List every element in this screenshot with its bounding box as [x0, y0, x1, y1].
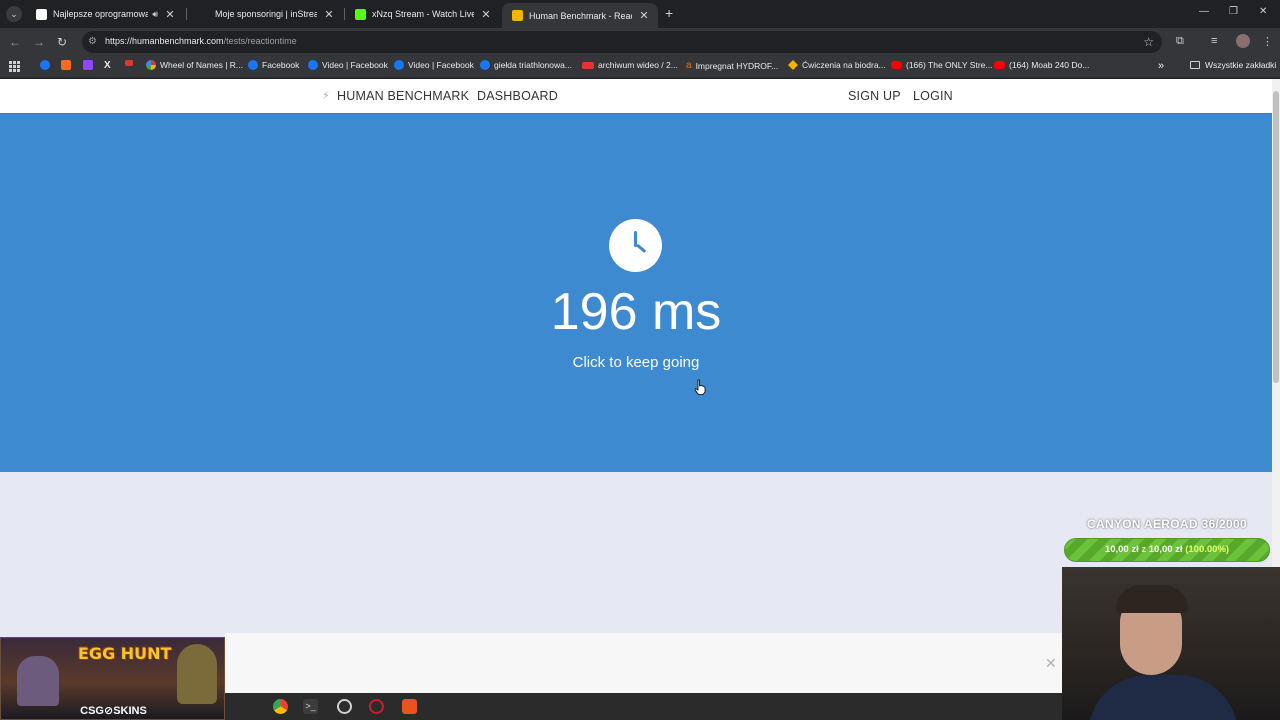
tab-human-benchmark[interactable]: Human Benchmark - Reaction T ✕ — [502, 3, 658, 28]
ad-banner — [225, 633, 1062, 693]
bookmark-x-icon[interactable]: X — [104, 60, 111, 71]
tab-title: Human Benchmark - Reaction T — [529, 10, 632, 21]
bolt-icon: ⚡︎ — [322, 90, 330, 102]
taskbar: >_ — [225, 693, 1062, 720]
character-figure — [17, 656, 59, 706]
restore-icon[interactable]: ❐ — [1229, 6, 1238, 17]
nav-login[interactable]: LOGIN — [913, 89, 953, 103]
orange-app-icon[interactable] — [402, 699, 417, 714]
bookmark-video-facebook-1[interactable]: Video | Facebook — [308, 60, 388, 70]
egg-hunt-title: EGG HUNT — [78, 644, 172, 663]
speaker-icon[interactable]: 🔊︎ — [152, 9, 158, 20]
hand-cursor-icon — [694, 379, 706, 395]
reaction-test-area[interactable]: 196 ms Click to keep going — [0, 113, 1272, 472]
click-to-continue-text: Click to keep going — [572, 354, 700, 371]
tab-title: Najlepsze oprogramowanie — [53, 9, 149, 19]
tab-strip: ⌄ Najlepsze oprogramowanie 🔊︎ ✕ Moje spo… — [0, 0, 1280, 28]
reload-icon[interactable]: ↻ — [57, 35, 67, 49]
bookmark-youtube-164[interactable]: (164) Moab 240 Do... — [994, 60, 1089, 70]
tab-divider — [186, 8, 187, 20]
tab-instreamly[interactable]: Moje sponsoringi | inStreamly ✕ — [188, 3, 343, 25]
scrollbar-thumb[interactable] — [1273, 91, 1279, 383]
tab-title: xNzq Stream - Watch Live on K — [372, 9, 474, 19]
bookmark-wheel-of-names[interactable]: Wheel of Names | R... — [146, 60, 243, 70]
chrome-icon[interactable] — [273, 699, 288, 714]
tab-title: Moje sponsoringi | inStreamly — [215, 9, 317, 19]
tab-favicon-icon — [198, 9, 209, 20]
goal-title: CANYON AEROAD 36/2000 — [1087, 517, 1247, 531]
new-tab-button[interactable]: + — [665, 6, 673, 20]
more-bookmarks-chevron-icon[interactable]: » — [1158, 60, 1164, 72]
all-bookmarks[interactable]: Wszystkie zakładki — [1190, 60, 1276, 70]
nav-dashboard[interactable]: DASHBOARD — [477, 89, 558, 103]
webcam-feed — [1062, 567, 1280, 720]
csgo-skins-brand: CSG⊘SKINS — [80, 705, 147, 717]
kick-icon — [355, 8, 366, 20]
tab-favicon-icon — [36, 8, 47, 20]
nav-human-benchmark[interactable]: HUMAN BENCHMARK — [337, 89, 469, 103]
bookmark-red-icon[interactable] — [125, 60, 137, 66]
tab-close-icon[interactable]: ✕ — [164, 8, 176, 21]
streamer-hair — [1116, 585, 1188, 613]
bookmark-twitch-icon[interactable] — [83, 60, 97, 70]
profile-avatar[interactable] — [1236, 34, 1250, 48]
site-info-icon[interactable]: ⚙ — [88, 36, 100, 48]
reaction-time-result: 196 ms — [550, 283, 722, 341]
streamer-body — [1088, 675, 1238, 720]
goal-progress-text: 10,00 zł z 10,00 zł (100.00%) — [1104, 544, 1230, 555]
red-ring-app-icon[interactable] — [369, 699, 384, 714]
bookmark-youtube-166[interactable]: (166) The ONLY Stre... — [891, 60, 992, 70]
bookmark-video-facebook-2[interactable]: Video | Facebook — [394, 60, 474, 70]
back-icon[interactable]: ← — [9, 35, 21, 49]
forward-icon[interactable]: → — [33, 35, 45, 49]
apps-grid-icon[interactable] — [9, 61, 20, 72]
clock-icon — [609, 219, 662, 272]
tab-close-icon[interactable]: ✕ — [323, 8, 335, 21]
browser-toolbar: ← → ↻ ⚙ https://humanbenchmark.com/tests… — [0, 28, 1280, 56]
url-text[interactable]: https://humanbenchmark.com/tests/reactio… — [105, 36, 297, 46]
bookmark-facebook-icon[interactable] — [40, 60, 54, 70]
bookmark-impregnat[interactable]: a Impregnat HYDROF... — [686, 60, 778, 71]
tab-najlepsze[interactable]: Najlepsze oprogramowanie 🔊︎ ✕ — [26, 3, 184, 25]
tab-kick-stream[interactable]: xNzq Stream - Watch Live on K ✕ — [345, 3, 500, 25]
tab-close-icon[interactable]: ✕ — [480, 8, 492, 21]
bookmark-cwiczenia[interactable]: Ćwiczenia na biodra... — [788, 60, 886, 70]
obs-icon[interactable] — [337, 699, 352, 714]
menu-dots-icon[interactable]: ⋮ — [1262, 35, 1273, 48]
close-window-icon[interactable]: ✕ — [1259, 6, 1267, 17]
bookmark-star-icon[interactable]: ☆ — [1143, 35, 1154, 49]
nav-sign-up[interactable]: SIGN UP — [848, 89, 901, 103]
folder-icon — [1190, 61, 1200, 69]
tab-search-button[interactable]: ⌄ — [6, 6, 22, 22]
address-bar[interactable]: ⚙ https://humanbenchmark.com/tests/react… — [82, 31, 1162, 53]
bookmark-gielda[interactable]: giełda triathlonowa... — [480, 60, 572, 70]
ad-close-icon[interactable]: ✕ — [1045, 655, 1057, 672]
bookmark-strava-icon[interactable] — [61, 60, 75, 70]
egg-hunt-overlay: EGG HUNT CSG⊘SKINS — [0, 637, 225, 720]
bookmark-facebook[interactable]: Facebook — [248, 60, 299, 70]
bookmark-archiwum[interactable]: archiwum wideo / 2... — [582, 60, 678, 70]
extensions-icon[interactable]: ⧉ — [1176, 35, 1184, 48]
terminal-icon[interactable]: >_ — [303, 699, 318, 714]
site-navbar: ⚡︎ HUMAN BENCHMARK DASHBOARD SIGN UP LOG… — [0, 79, 1272, 113]
bookmarks-bar: X Wheel of Names | R... Facebook Video |… — [0, 56, 1280, 78]
tab-close-icon[interactable]: ✕ — [638, 9, 650, 22]
minimize-icon[interactable]: — — [1199, 6, 1209, 17]
character-figure — [177, 644, 217, 704]
human-benchmark-favicon-icon — [512, 10, 523, 21]
media-control-icon[interactable]: ≡ — [1211, 35, 1217, 47]
